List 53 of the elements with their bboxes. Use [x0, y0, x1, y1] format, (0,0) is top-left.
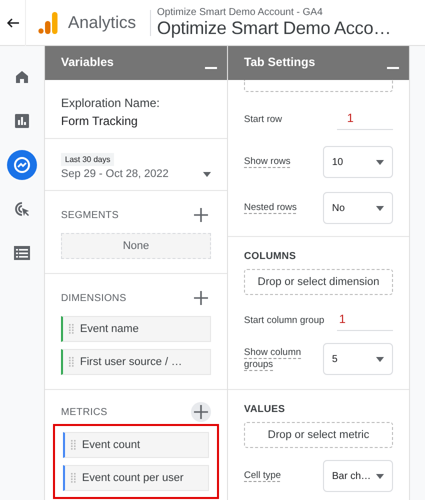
- nav-button[interactable]: [7, 150, 37, 180]
- select-field[interactable]: 5: [323, 343, 393, 375]
- panel-title: Tab Settings: [244, 55, 316, 69]
- field-label: Start row: [244, 114, 284, 126]
- bar-chart-icon: [15, 114, 29, 128]
- drop-zone[interactable]: Drop or select dimension: [244, 269, 393, 295]
- number-field[interactable]: 1: [337, 110, 393, 130]
- exploration-name[interactable]: Form Tracking: [61, 114, 211, 128]
- list-icon: [14, 246, 30, 260]
- section-title: SEGMENTS: [61, 210, 119, 220]
- section-title: DIMENSIONS: [61, 292, 126, 304]
- dimension-chip[interactable]: Event name: [61, 316, 211, 342]
- account-name: Optimize Smart Demo Account - GA4: [157, 6, 324, 18]
- field-label: Show column groups: [244, 346, 302, 372]
- number-field[interactable]: 1: [337, 312, 393, 330]
- back-arrow-icon[interactable]: [6, 18, 18, 28]
- section-title: COLUMNS: [244, 251, 297, 262]
- field-label: Nested rows: [244, 202, 298, 214]
- field-label: Start column group: [244, 314, 326, 328]
- select-field[interactable]: 10: [323, 146, 393, 178]
- explore-icon: [13, 156, 31, 174]
- add-icon[interactable]: [191, 205, 211, 225]
- select-field[interactable]: Bar ch…: [323, 460, 393, 492]
- drag-handle-icon: [71, 473, 76, 483]
- field-label: Exploration Name:: [61, 96, 161, 110]
- caret-icon: [376, 160, 384, 164]
- segment-slot[interactable]: None: [61, 233, 211, 259]
- property-name[interactable]: Optimize Smart Demo Acco…: [157, 18, 392, 38]
- section-title: METRICS: [61, 406, 108, 418]
- drag-handle-icon: [69, 324, 74, 334]
- caret-icon: [203, 172, 211, 176]
- date-preset: Last 30 days: [61, 153, 114, 166]
- home-icon: [15, 70, 29, 84]
- metric-chip[interactable]: Event count: [63, 432, 209, 458]
- logo-icon: [38, 12, 58, 34]
- caret-icon: [376, 206, 384, 210]
- cursor-target-icon: [14, 201, 30, 217]
- add-icon[interactable]: [191, 402, 211, 422]
- drag-handle-icon: [71, 440, 76, 450]
- drag-handle-icon: [69, 357, 74, 367]
- panel-title: Variables: [61, 55, 114, 69]
- app-name: Analytics: [68, 12, 136, 32]
- date-range-picker[interactable]: Sep 29 - Oct 28, 2022: [61, 168, 211, 180]
- add-icon[interactable]: [191, 288, 211, 308]
- metric-chip[interactable]: Event count per user: [63, 465, 209, 491]
- caret-icon: [376, 356, 384, 362]
- field-label: Cell type: [244, 470, 282, 482]
- drop-zone[interactable]: Drop or select metric: [244, 422, 393, 448]
- select-field[interactable]: No: [323, 192, 393, 224]
- section-title: VALUES: [244, 404, 286, 415]
- dimension-chip[interactable]: First user source / …: [61, 349, 211, 375]
- field-label: Show rows: [244, 156, 292, 168]
- caret-icon: [376, 474, 384, 478]
